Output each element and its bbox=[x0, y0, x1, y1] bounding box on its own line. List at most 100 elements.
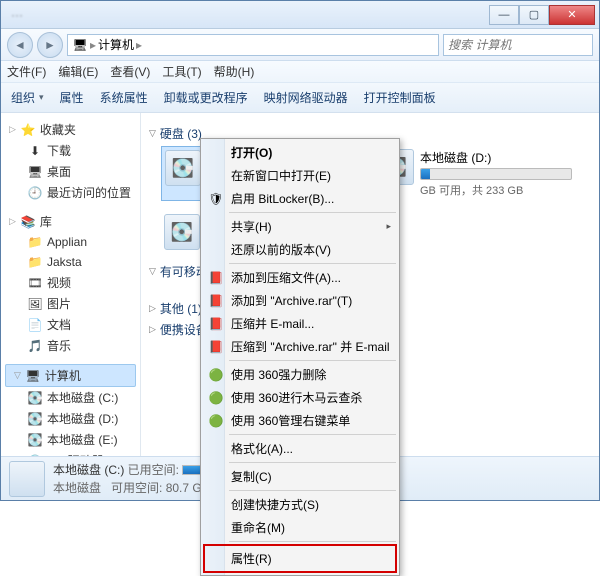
star-icon: ⭐ bbox=[20, 122, 36, 138]
menu-item-label: 使用 360进行木马云查杀 bbox=[231, 389, 362, 406]
forward-button[interactable]: ► bbox=[37, 32, 63, 58]
search-box[interactable]: 🔍 bbox=[443, 34, 593, 56]
sidebar-item-music[interactable]: 🎵音乐 bbox=[1, 335, 140, 356]
menu-item[interactable]: 创建快捷方式(S) bbox=[203, 493, 397, 516]
drive-icon: 💽 bbox=[27, 411, 43, 427]
sidebar-item-documents[interactable]: 📄文档 bbox=[1, 314, 140, 335]
sidebar-item-drive-e[interactable]: 💽本地磁盘 (E:) bbox=[1, 429, 140, 450]
toolbar: 组织 属性 系统属性 卸载或更改程序 映射网络驱动器 打开控制面板 bbox=[1, 83, 599, 113]
tb-organize[interactable]: 组织 bbox=[11, 89, 44, 106]
menu-item-icon: 📕 bbox=[207, 317, 225, 331]
menu-item[interactable]: 在新窗口中打开(E) bbox=[203, 164, 397, 187]
menu-item[interactable]: 🟢 使用 360进行木马云查杀 bbox=[203, 386, 397, 409]
menu-item[interactable]: 属性(R) bbox=[203, 544, 397, 573]
menu-item[interactable]: 打开(O) bbox=[203, 141, 397, 164]
video-icon: 🎞 bbox=[27, 275, 43, 291]
sidebar-item-recent[interactable]: 🕘最近访问的位置 bbox=[1, 182, 140, 203]
menu-item[interactable]: 📕 添加到 "Archive.rar"(T) bbox=[203, 289, 397, 312]
sidebar-computer: ▽🖥计算机 💽本地磁盘 (C:) 💽本地磁盘 (D:) 💽本地磁盘 (E:) 💿… bbox=[1, 364, 140, 456]
menu-item-label: 复制(C) bbox=[231, 468, 272, 485]
sidebar: ▷⭐收藏夹 ⬇下载 🖥桌面 🕘最近访问的位置 ▷📚库 📁Applian 📁Jak… bbox=[1, 113, 141, 456]
back-button[interactable]: ◄ bbox=[7, 32, 33, 58]
status-drive-icon bbox=[9, 461, 45, 497]
titlebar: ··· — ▢ ✕ bbox=[1, 1, 599, 29]
menu-view[interactable]: 查看(V) bbox=[110, 63, 150, 80]
menu-item-label: 添加到压缩文件(A)... bbox=[231, 269, 341, 286]
nav-bar: ◄ ► 🖥 ▸ 计算机 ▸ 🔍 bbox=[1, 29, 599, 61]
menu-separator bbox=[229, 541, 396, 542]
desktop-icon: 🖥 bbox=[27, 164, 43, 180]
sidebar-item-jaksta[interactable]: 📁Jaksta bbox=[1, 252, 140, 272]
crumb-computer[interactable]: 计算机 bbox=[98, 36, 134, 53]
window-buttons: — ▢ ✕ bbox=[489, 5, 595, 25]
sidebar-item-videos[interactable]: 🎞视频 bbox=[1, 272, 140, 293]
recent-icon: 🕘 bbox=[27, 185, 43, 201]
menu-item[interactable]: 📕压缩并 E-mail... bbox=[203, 312, 397, 335]
drive-d-info: GB 可用，共 233 GB bbox=[420, 182, 572, 198]
menu-separator bbox=[229, 462, 396, 463]
menu-separator bbox=[229, 490, 396, 491]
sidebar-item-drive-c[interactable]: 💽本地磁盘 (C:) bbox=[1, 387, 140, 408]
menu-item-label: 共享(H) bbox=[231, 218, 272, 235]
menu-file[interactable]: 文件(F) bbox=[7, 63, 46, 80]
menu-item[interactable]: 格式化(A)... bbox=[203, 437, 397, 460]
music-icon: 🎵 bbox=[27, 338, 43, 354]
menu-item-label: 使用 360强力删除 bbox=[231, 366, 326, 383]
sidebar-libraries: ▷📚库 📁Applian 📁Jaksta 🎞视频 🖼图片 📄文档 🎵音乐 bbox=[1, 211, 140, 356]
menu-item-icon: 🟢 bbox=[207, 391, 225, 405]
sidebar-item-drive-d[interactable]: 💽本地磁盘 (D:) bbox=[1, 408, 140, 429]
maximize-button[interactable]: ▢ bbox=[519, 5, 549, 25]
menu-item[interactable]: 🟢使用 360强力删除 bbox=[203, 363, 397, 386]
menu-item-label: 属性(R) bbox=[231, 550, 272, 567]
address-bar[interactable]: 🖥 ▸ 计算机 ▸ bbox=[67, 34, 439, 56]
menu-item-icon: 🟢 bbox=[207, 414, 225, 428]
sidebar-item-pictures[interactable]: 🖼图片 bbox=[1, 293, 140, 314]
menu-item-label: 打开(O) bbox=[231, 144, 272, 161]
menu-item[interactable]: 📕压缩到 "Archive.rar" 并 E-mail bbox=[203, 335, 397, 358]
menu-separator bbox=[229, 212, 396, 213]
tb-properties[interactable]: 属性 bbox=[60, 89, 84, 106]
folder-icon: 📁 bbox=[27, 254, 43, 270]
menu-item[interactable]: 还原以前的版本(V) bbox=[203, 238, 397, 261]
menu-item[interactable]: 共享(H) bbox=[203, 215, 397, 238]
menu-item-icon: 🛡 bbox=[207, 192, 225, 206]
menu-item[interactable]: 🛡启用 BitLocker(B)... bbox=[203, 187, 397, 210]
library-icon: 📚 bbox=[20, 214, 36, 230]
drive-d[interactable]: 💽 本地磁盘 (D:) GB 可用，共 233 GB bbox=[375, 146, 575, 201]
menu-edit[interactable]: 编辑(E) bbox=[58, 63, 98, 80]
menu-bar: 文件(F) 编辑(E) 查看(V) 工具(T) 帮助(H) bbox=[1, 61, 599, 83]
search-input[interactable] bbox=[448, 38, 600, 52]
tb-mapdrive[interactable]: 映射网络驱动器 bbox=[264, 89, 348, 106]
sidebar-item-applian[interactable]: 📁Applian bbox=[1, 232, 140, 252]
tb-controlpanel[interactable]: 打开控制面板 bbox=[364, 89, 436, 106]
sidebar-fav-header[interactable]: ▷⭐收藏夹 bbox=[1, 119, 140, 140]
sidebar-item-downloads[interactable]: ⬇下载 bbox=[1, 140, 140, 161]
drive-icon: 💽 bbox=[164, 214, 200, 250]
menu-help[interactable]: 帮助(H) bbox=[214, 63, 255, 80]
context-menu: 打开(O) 在新窗口中打开(E)🛡启用 BitLocker(B)... 共享(H) 还… bbox=[200, 138, 400, 576]
menu-item-label: 添加到 "Archive.rar"(T) bbox=[231, 292, 352, 309]
tb-sysprops[interactable]: 系统属性 bbox=[100, 89, 148, 106]
menu-item-label: 创建快捷方式(S) bbox=[231, 496, 319, 513]
menu-item[interactable]: 重命名(M) bbox=[203, 516, 397, 539]
drive-icon: 💽 bbox=[27, 432, 43, 448]
drive-icon: 💽 bbox=[165, 150, 201, 186]
crumb-sep: ▸ bbox=[90, 38, 96, 52]
menu-item[interactable]: 🟢 使用 360管理右键菜单 bbox=[203, 409, 397, 432]
menu-item-icon: 📕 bbox=[207, 294, 225, 308]
sidebar-lib-header[interactable]: ▷📚库 bbox=[1, 211, 140, 232]
download-icon: ⬇ bbox=[27, 143, 43, 159]
menu-item[interactable]: 📕添加到压缩文件(A)... bbox=[203, 266, 397, 289]
minimize-button[interactable]: — bbox=[489, 5, 519, 25]
menu-item-label: 使用 360管理右键菜单 bbox=[231, 412, 350, 429]
sidebar-comp-header[interactable]: ▽🖥计算机 bbox=[5, 364, 136, 387]
menu-separator bbox=[229, 434, 396, 435]
doc-icon: 📄 bbox=[27, 317, 43, 333]
menu-item[interactable]: 复制(C) bbox=[203, 465, 397, 488]
computer-icon: 🖥 bbox=[72, 37, 88, 53]
tb-uninstall[interactable]: 卸载或更改程序 bbox=[164, 89, 248, 106]
close-button[interactable]: ✕ bbox=[549, 5, 595, 25]
sidebar-item-desktop[interactable]: 🖥桌面 bbox=[1, 161, 140, 182]
sidebar-favorites: ▷⭐收藏夹 ⬇下载 🖥桌面 🕘最近访问的位置 bbox=[1, 119, 140, 203]
menu-tools[interactable]: 工具(T) bbox=[162, 63, 201, 80]
